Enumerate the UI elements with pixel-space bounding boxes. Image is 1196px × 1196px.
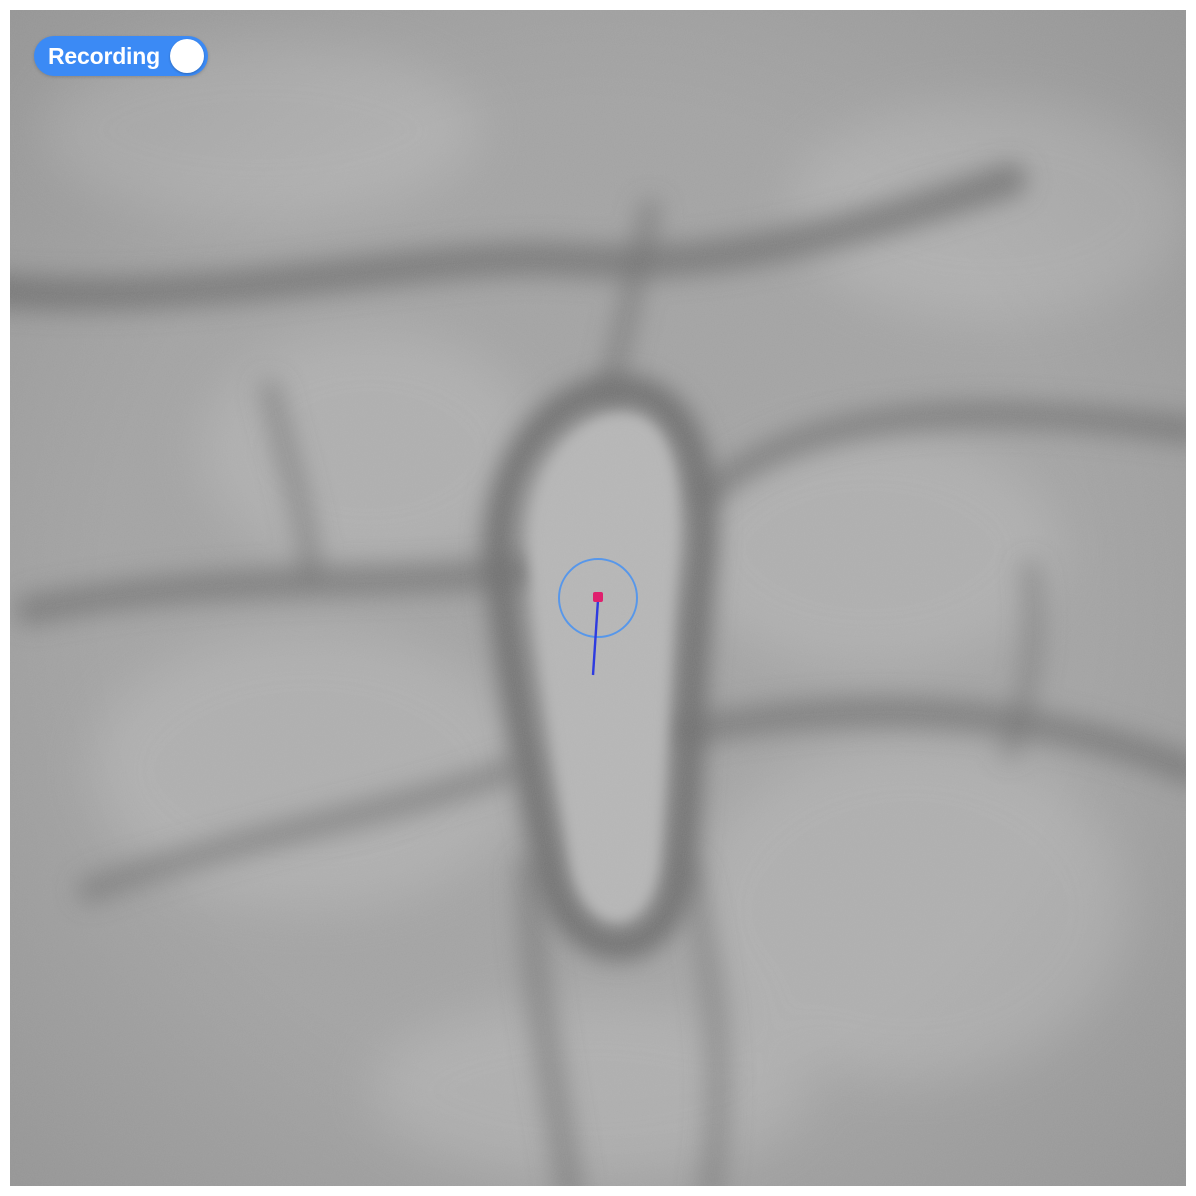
recording-toggle-label: Recording — [48, 43, 160, 69]
probe-center-dot — [593, 592, 603, 602]
recording-toggle[interactable]: Recording — [34, 36, 208, 76]
microscope-view[interactable]: Recording — [10, 10, 1186, 1186]
tissue-image[interactable] — [10, 10, 1186, 1186]
toggle-knob[interactable] — [169, 39, 204, 73]
